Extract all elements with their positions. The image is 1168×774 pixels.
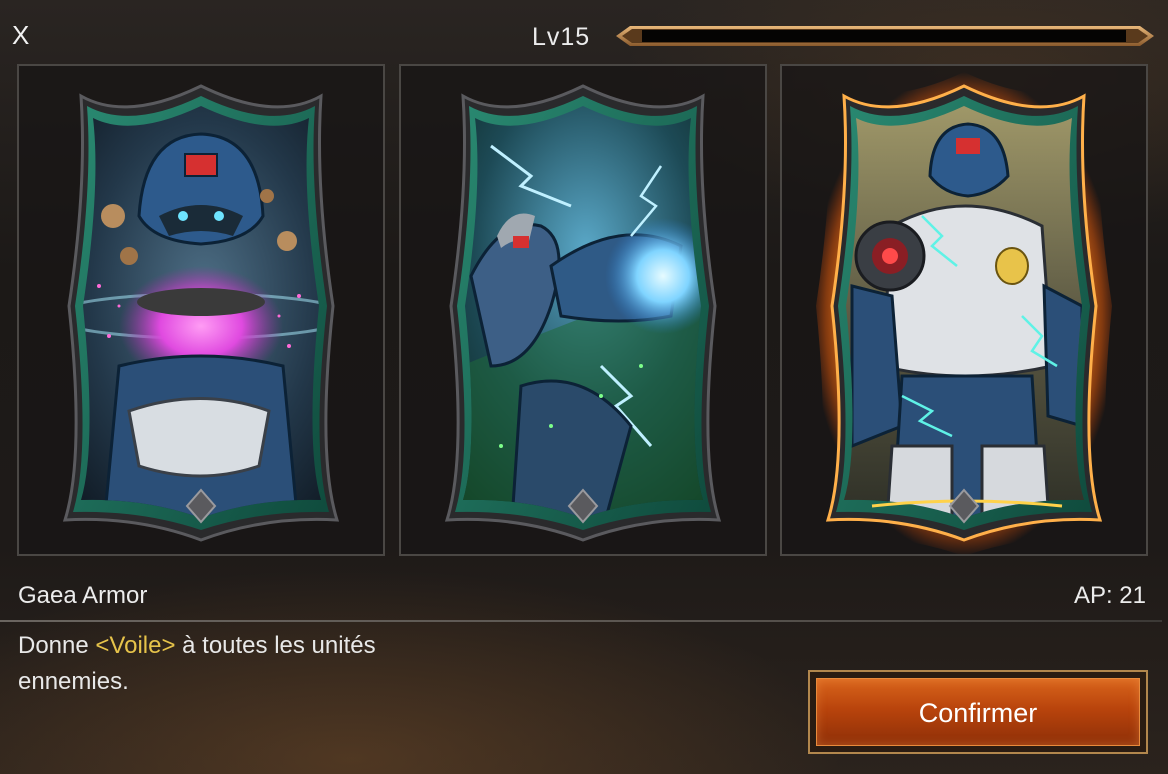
chip-card-1[interactable] (17, 64, 385, 556)
close-button[interactable]: X (12, 18, 40, 52)
confirm-button-frame: Confirmer (808, 670, 1148, 754)
chip-description: Donne <Voile> à toutes les unités ennemi… (18, 628, 398, 700)
ap-cost: AP: 21 (1073, 582, 1146, 609)
divider (0, 620, 1162, 622)
chip-card-3-selected[interactable] (780, 64, 1148, 556)
description-text: Donne (18, 632, 96, 659)
confirm-button[interactable]: Confirmer (816, 678, 1140, 746)
keyword-voile: <Voile> (95, 632, 176, 659)
chip-card-2[interactable] (399, 64, 767, 556)
chip-name: Gaea Armor (18, 582, 148, 609)
xp-bar (616, 24, 1154, 48)
level-label: Lv15 (532, 23, 591, 51)
